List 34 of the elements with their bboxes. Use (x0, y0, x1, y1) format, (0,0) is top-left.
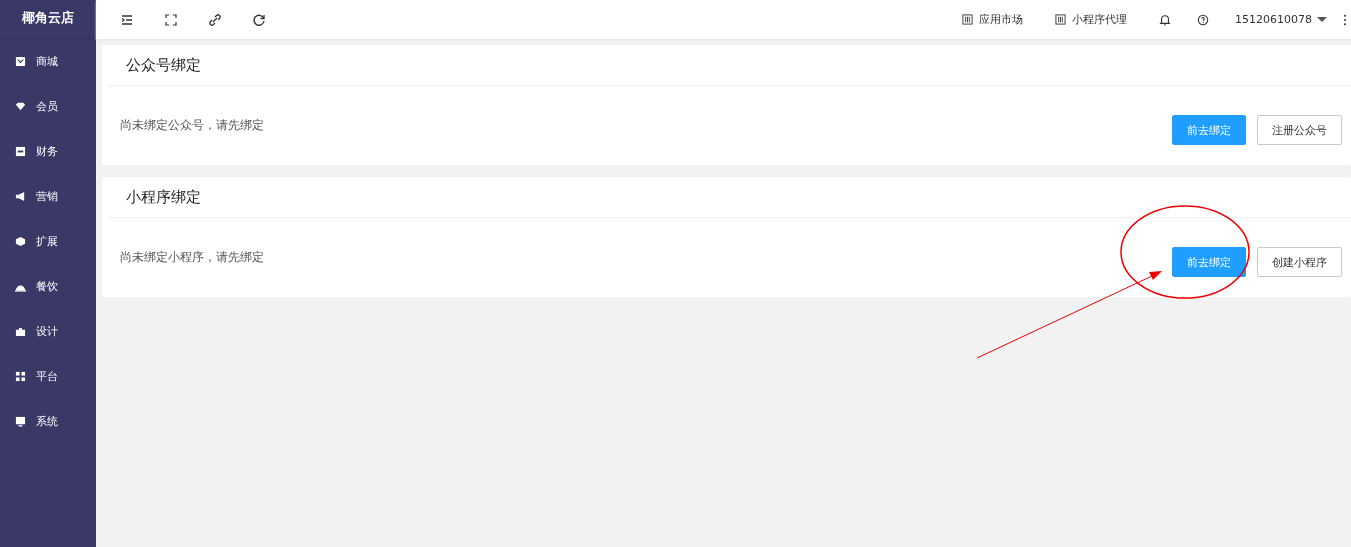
link-icon[interactable] (208, 12, 222, 27)
help-icon[interactable] (1197, 13, 1209, 26)
nav-item[interactable]: 商城 (0, 39, 96, 84)
top-link[interactable]: 应用市场 (962, 12, 1023, 27)
box-icon (15, 146, 26, 157)
more-icon[interactable] (1343, 13, 1347, 26)
nav-item[interactable]: 会员 (0, 84, 96, 129)
market-icon (1055, 14, 1066, 25)
nav-item[interactable]: 设计 (0, 309, 96, 354)
grid-icon (15, 371, 26, 382)
fullscreen-icon[interactable] (164, 12, 178, 27)
bell-icon[interactable] (1159, 13, 1171, 26)
monitor-icon (15, 416, 26, 427)
gem-icon (15, 101, 26, 112)
top-link[interactable]: 小程序代理 (1055, 12, 1127, 27)
nav-item[interactable]: 系统 (0, 399, 96, 444)
refresh-icon[interactable] (252, 12, 266, 27)
card-title: 公众号绑定 (126, 55, 201, 75)
status-message: 尚未绑定公众号，请先绑定 (120, 116, 264, 134)
card-title: 小程序绑定 (126, 187, 201, 207)
status-message: 尚未绑定小程序，请先绑定 (120, 248, 264, 266)
user-account[interactable]: 15120610078 (1235, 13, 1312, 26)
nav-item[interactable]: 扩展 (0, 219, 96, 264)
nav-item[interactable]: 餐饮 (0, 264, 96, 309)
nav-item[interactable]: 平台 (0, 354, 96, 399)
megaphone-icon (15, 191, 26, 202)
nav-item[interactable]: 营销 (0, 174, 96, 219)
market-icon (962, 14, 973, 25)
menu-icon[interactable] (120, 12, 134, 27)
mail-icon (15, 56, 26, 67)
caret-icon[interactable] (1317, 16, 1327, 23)
create-button[interactable]: 创建小程序 (1257, 247, 1342, 277)
nav-item[interactable]: 财务 (0, 129, 96, 174)
create-button[interactable]: 注册公众号 (1257, 115, 1342, 145)
